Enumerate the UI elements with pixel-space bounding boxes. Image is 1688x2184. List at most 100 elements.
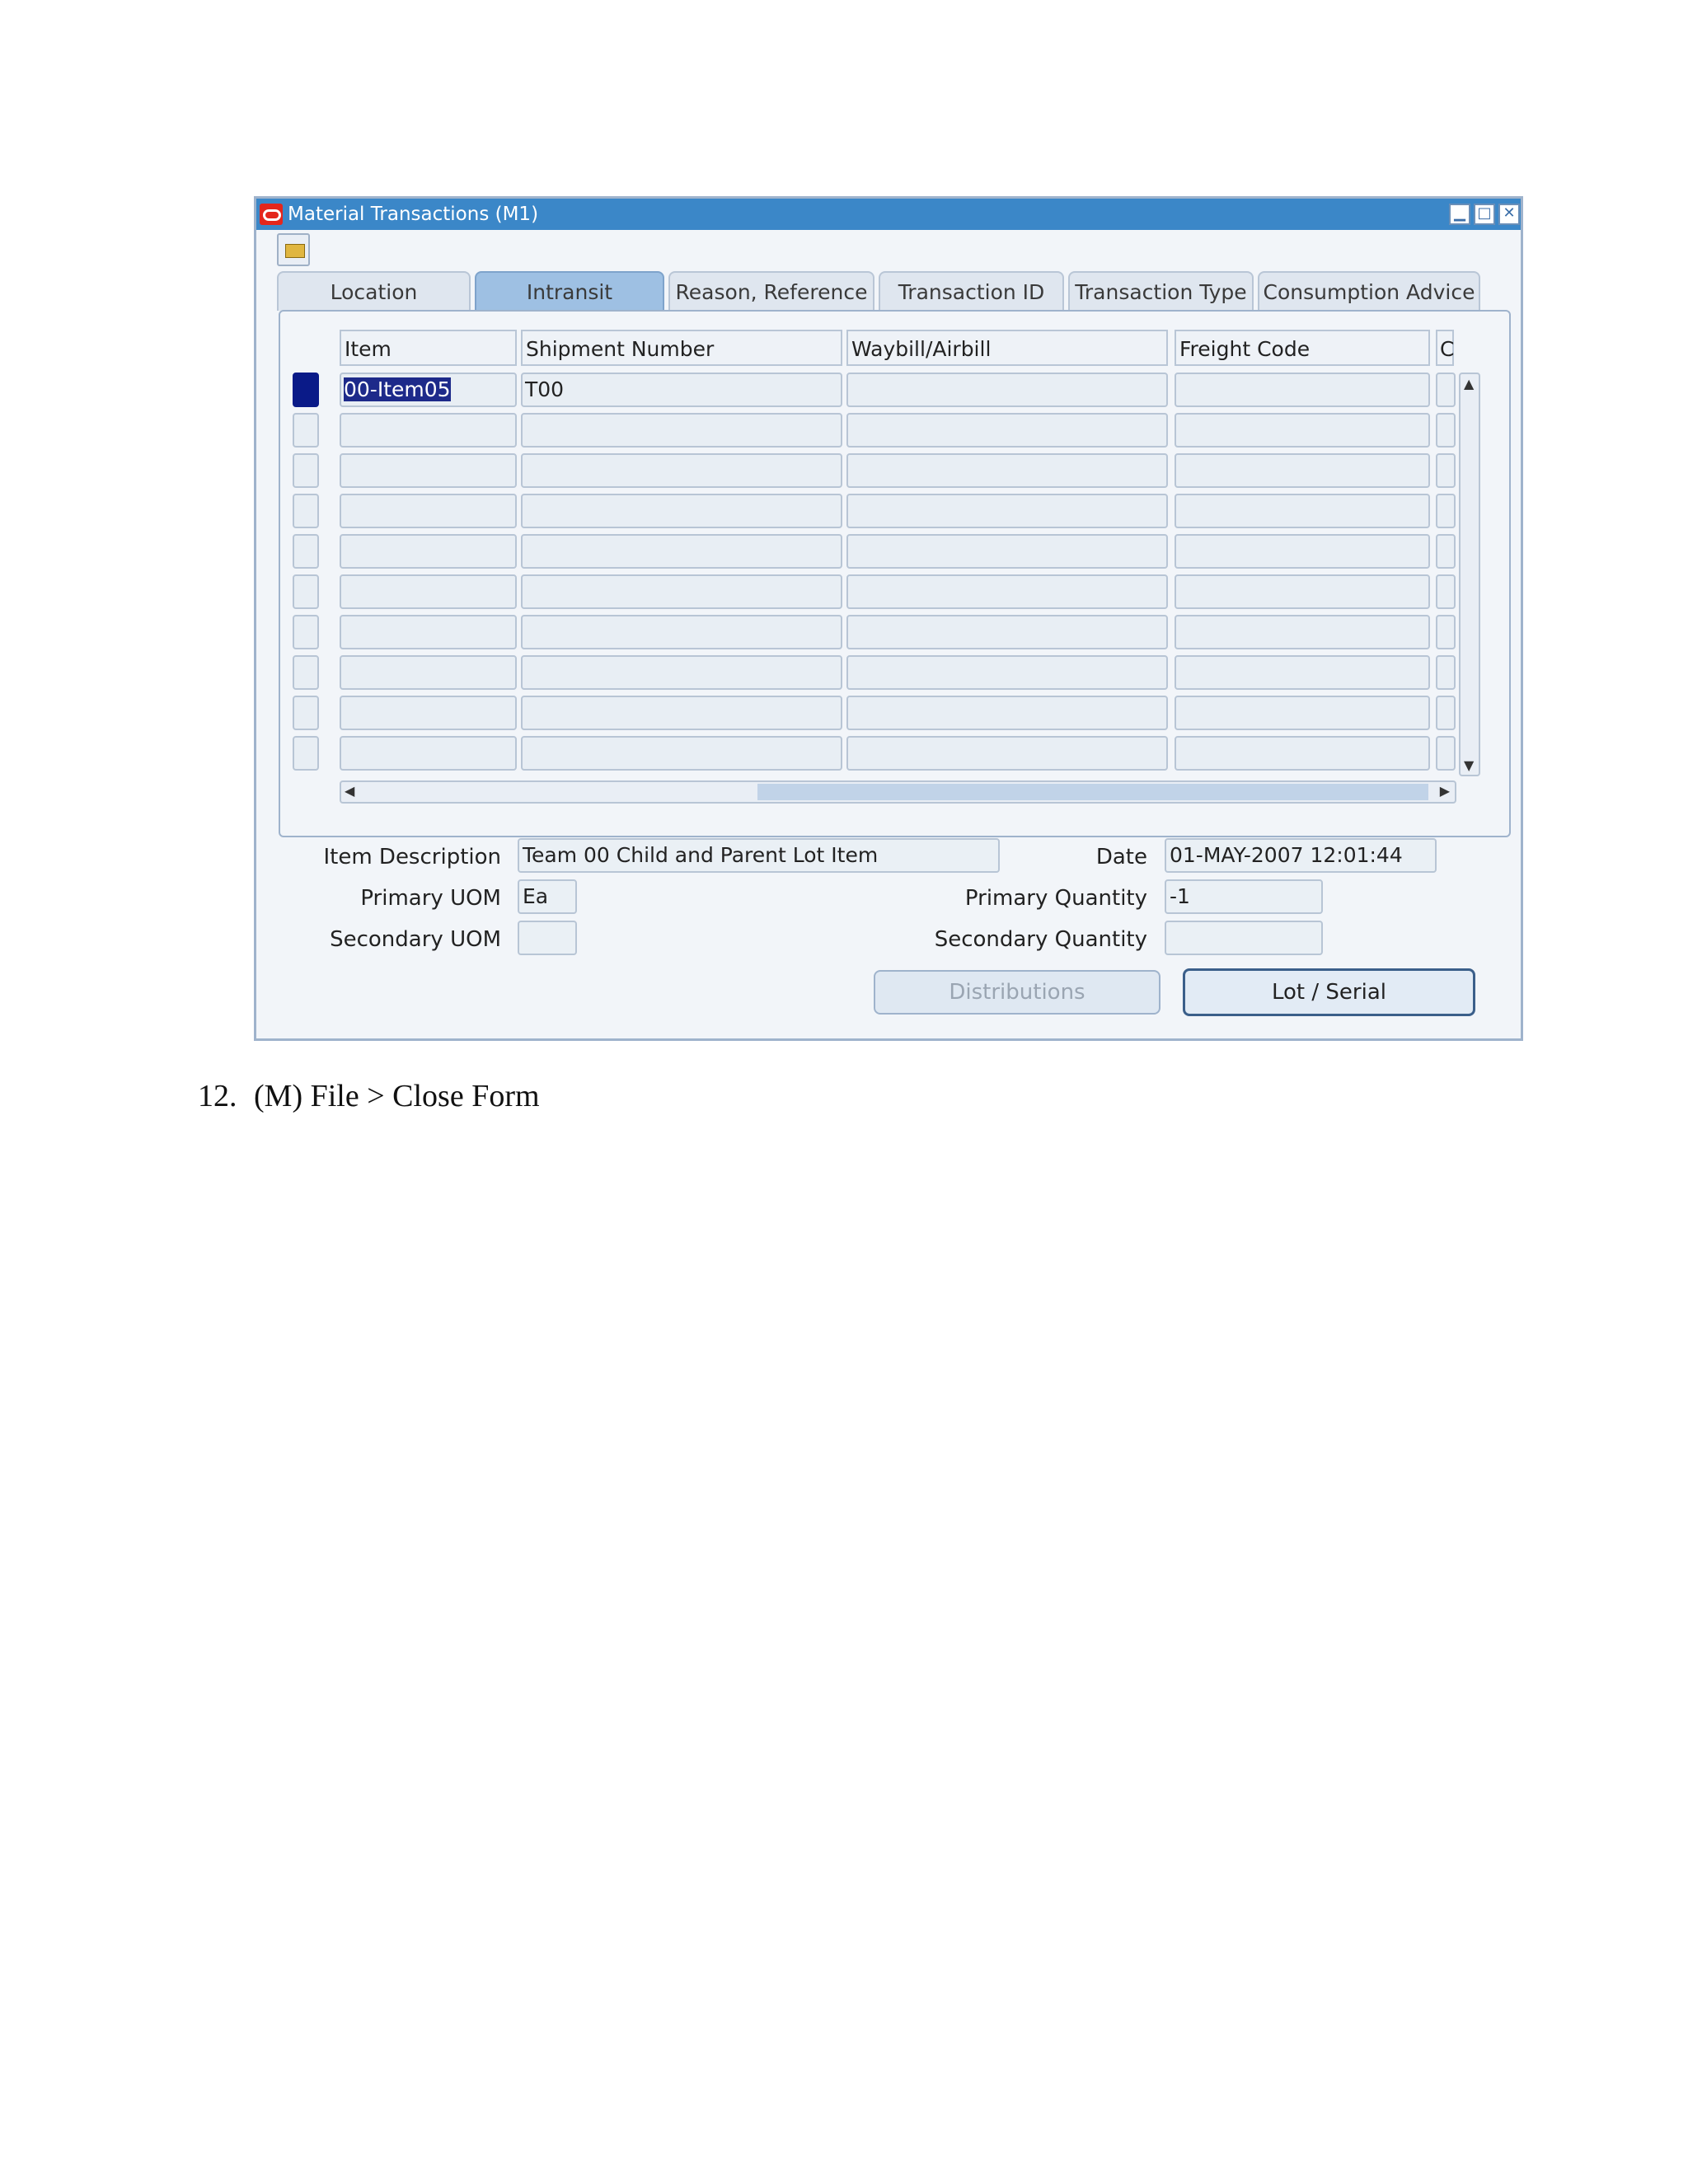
cell-waybill-airbill[interactable] [846,413,1168,448]
tab-transaction-id[interactable]: Transaction ID [879,271,1064,311]
tab-transaction-type[interactable]: Transaction Type [1068,271,1254,311]
cell-c[interactable] [1436,534,1456,569]
item-description-label: Item Description [323,845,501,869]
cell-item[interactable] [340,494,517,528]
horizontal-scrollbar[interactable]: ◀ ▶ [340,780,1456,804]
cell-item[interactable] [340,453,517,488]
cell-shipment-number[interactable] [521,696,842,730]
cell-shipment-number[interactable] [521,615,842,649]
cell-freight-code[interactable] [1175,413,1430,448]
row-indicator[interactable] [293,615,319,649]
cell-waybill-airbill[interactable] [846,534,1168,569]
tab-location[interactable]: Location [277,271,471,311]
close-icon[interactable]: ✕ [1498,204,1520,225]
cell-c[interactable] [1436,655,1456,690]
cell-item[interactable] [340,736,517,771]
oracle-logo-icon [260,204,283,225]
cell-waybill-airbill[interactable] [846,655,1168,690]
primary-quantity-label: Primary Quantity [964,886,1147,911]
cell-item[interactable] [340,413,517,448]
cell-shipment-number[interactable] [521,736,842,771]
cell-item[interactable] [340,574,517,609]
column-header-freight-code: Freight Code [1175,330,1430,366]
primary-uom-label: Primary UOM [360,886,501,911]
cell-waybill-airbill[interactable] [846,736,1168,771]
cell-item[interactable] [340,534,517,569]
distributions-button[interactable]: Distributions [874,970,1160,1015]
cell-waybill-airbill[interactable] [846,696,1168,730]
step-number: 12. [198,1079,237,1113]
tab-consumption-advice[interactable]: Consumption Advice [1258,271,1480,311]
cell-item[interactable] [340,696,517,730]
maximize-icon[interactable]: □ [1474,204,1495,225]
cell-freight-code[interactable] [1175,534,1430,569]
column-header-item: Item [340,330,517,366]
cell-freight-code[interactable] [1175,453,1430,488]
cell-shipment-number[interactable] [521,655,842,690]
cell-item[interactable] [340,655,517,690]
cell-freight-code[interactable] [1175,696,1430,730]
cell-waybill-airbill[interactable] [846,373,1168,407]
primary-uom-field[interactable]: Ea [518,879,577,914]
cell-shipment-number[interactable] [521,453,842,488]
cell-item[interactable] [340,615,517,649]
open-folder-button[interactable] [277,233,310,266]
cell-freight-code[interactable] [1175,574,1430,609]
row-indicator[interactable] [293,534,319,569]
tab-reason-reference[interactable]: Reason, Reference [668,271,874,311]
cell-freight-code[interactable] [1175,373,1430,407]
row-indicator[interactable] [293,494,319,528]
title-bar: Material Transactions (M1) ▁ □ ✕ [256,199,1521,230]
cell-c[interactable] [1436,453,1456,488]
secondary-uom-field[interactable] [518,921,577,955]
cell-waybill-airbill[interactable] [846,574,1168,609]
window-title: Material Transactions (M1) [288,204,539,225]
cell-c[interactable] [1436,696,1456,730]
cell-item[interactable]: 00-Item05 [340,373,517,407]
tab-intransit[interactable]: Intransit [475,271,664,311]
secondary-uom-label: Secondary UOM [330,927,501,952]
cell-shipment-number[interactable] [521,534,842,569]
cell-shipment-number[interactable]: T00 [521,373,842,407]
secondary-quantity-label: Secondary Quantity [934,927,1147,952]
row-indicator[interactable] [293,574,319,609]
scroll-left-icon[interactable]: ◀ [345,783,354,799]
date-field[interactable]: 01-MAY-2007 12:01:44 [1165,838,1437,873]
step-text: (M) File > Close Form [254,1079,540,1113]
vertical-scrollbar[interactable]: ▲ ▼ [1459,373,1480,776]
folder-icon [285,244,305,258]
row-indicator[interactable] [293,413,319,448]
row-indicator[interactable] [293,373,319,407]
minimize-icon[interactable]: ▁ [1449,204,1470,225]
scroll-right-icon[interactable]: ▶ [1440,783,1450,799]
selected-text: 00-Item05 [344,377,451,401]
scroll-down-icon[interactable]: ▼ [1464,757,1474,773]
primary-quantity-field[interactable]: -1 [1165,879,1323,914]
cell-c[interactable] [1436,373,1456,407]
row-indicator[interactable] [293,736,319,771]
row-indicator[interactable] [293,696,319,730]
cell-waybill-airbill[interactable] [846,615,1168,649]
lot-serial-button[interactable]: Lot / Serial [1183,968,1475,1016]
cell-shipment-number[interactable] [521,494,842,528]
item-description-field[interactable]: Team 00 Child and Parent Lot Item [518,838,1000,873]
cell-shipment-number[interactable] [521,413,842,448]
cell-freight-code[interactable] [1175,615,1430,649]
cell-c[interactable] [1436,494,1456,528]
cell-shipment-number[interactable] [521,574,842,609]
secondary-quantity-field[interactable] [1165,921,1323,955]
horizontal-scroll-thumb[interactable] [757,784,1428,800]
column-header-waybill-airbill: Waybill/Airbill [846,330,1168,366]
cell-c[interactable] [1436,615,1456,649]
cell-waybill-airbill[interactable] [846,494,1168,528]
cell-freight-code[interactable] [1175,494,1430,528]
row-indicator[interactable] [293,655,319,690]
cell-freight-code[interactable] [1175,655,1430,690]
cell-c[interactable] [1436,736,1456,771]
cell-c[interactable] [1436,574,1456,609]
cell-waybill-airbill[interactable] [846,453,1168,488]
cell-c[interactable] [1436,413,1456,448]
scroll-up-icon[interactable]: ▲ [1464,376,1474,391]
row-indicator[interactable] [293,453,319,488]
cell-freight-code[interactable] [1175,736,1430,771]
